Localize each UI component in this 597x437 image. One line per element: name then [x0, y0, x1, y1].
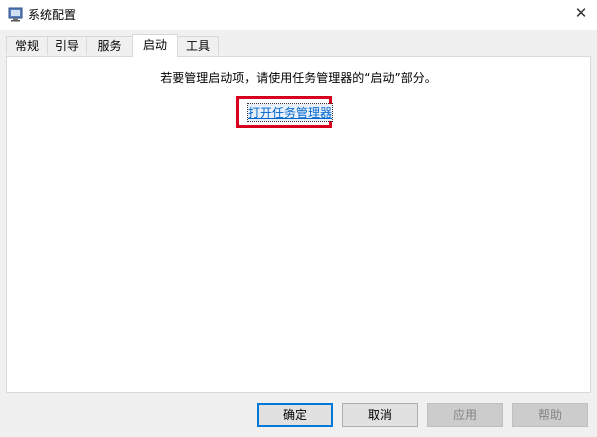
startup-tab-panel: 若要管理启动项，请使用任务管理器的“启动”部分。 打开任务管理器 [6, 56, 591, 393]
tab-general[interactable]: 常规 [6, 36, 48, 55]
system-config-window: 系统配置 ✕ 常规 引导 服务 启动 工具 若要管理启动项，请使用任务管理器的“… [0, 0, 597, 437]
close-button[interactable]: ✕ [565, 0, 597, 26]
close-icon: ✕ [574, 4, 588, 22]
system-config-icon [8, 7, 23, 22]
open-task-manager-link[interactable]: 打开任务管理器 [246, 103, 334, 122]
cancel-button[interactable]: 取消 [342, 403, 418, 427]
ok-button[interactable]: 确定 [257, 403, 333, 427]
startup-instruction-text: 若要管理启动项，请使用任务管理器的“启动”部分。 [160, 71, 437, 85]
tab-tools[interactable]: 工具 [177, 36, 219, 55]
title-bar: 系统配置 ✕ [0, 0, 597, 30]
tab-services[interactable]: 服务 [86, 36, 133, 55]
apply-button[interactable]: 应用 [427, 403, 503, 427]
window-title: 系统配置 [28, 8, 77, 22]
tab-startup[interactable]: 启动 [132, 34, 178, 57]
tab-boot[interactable]: 引导 [47, 36, 87, 55]
help-button[interactable]: 帮助 [512, 403, 588, 427]
